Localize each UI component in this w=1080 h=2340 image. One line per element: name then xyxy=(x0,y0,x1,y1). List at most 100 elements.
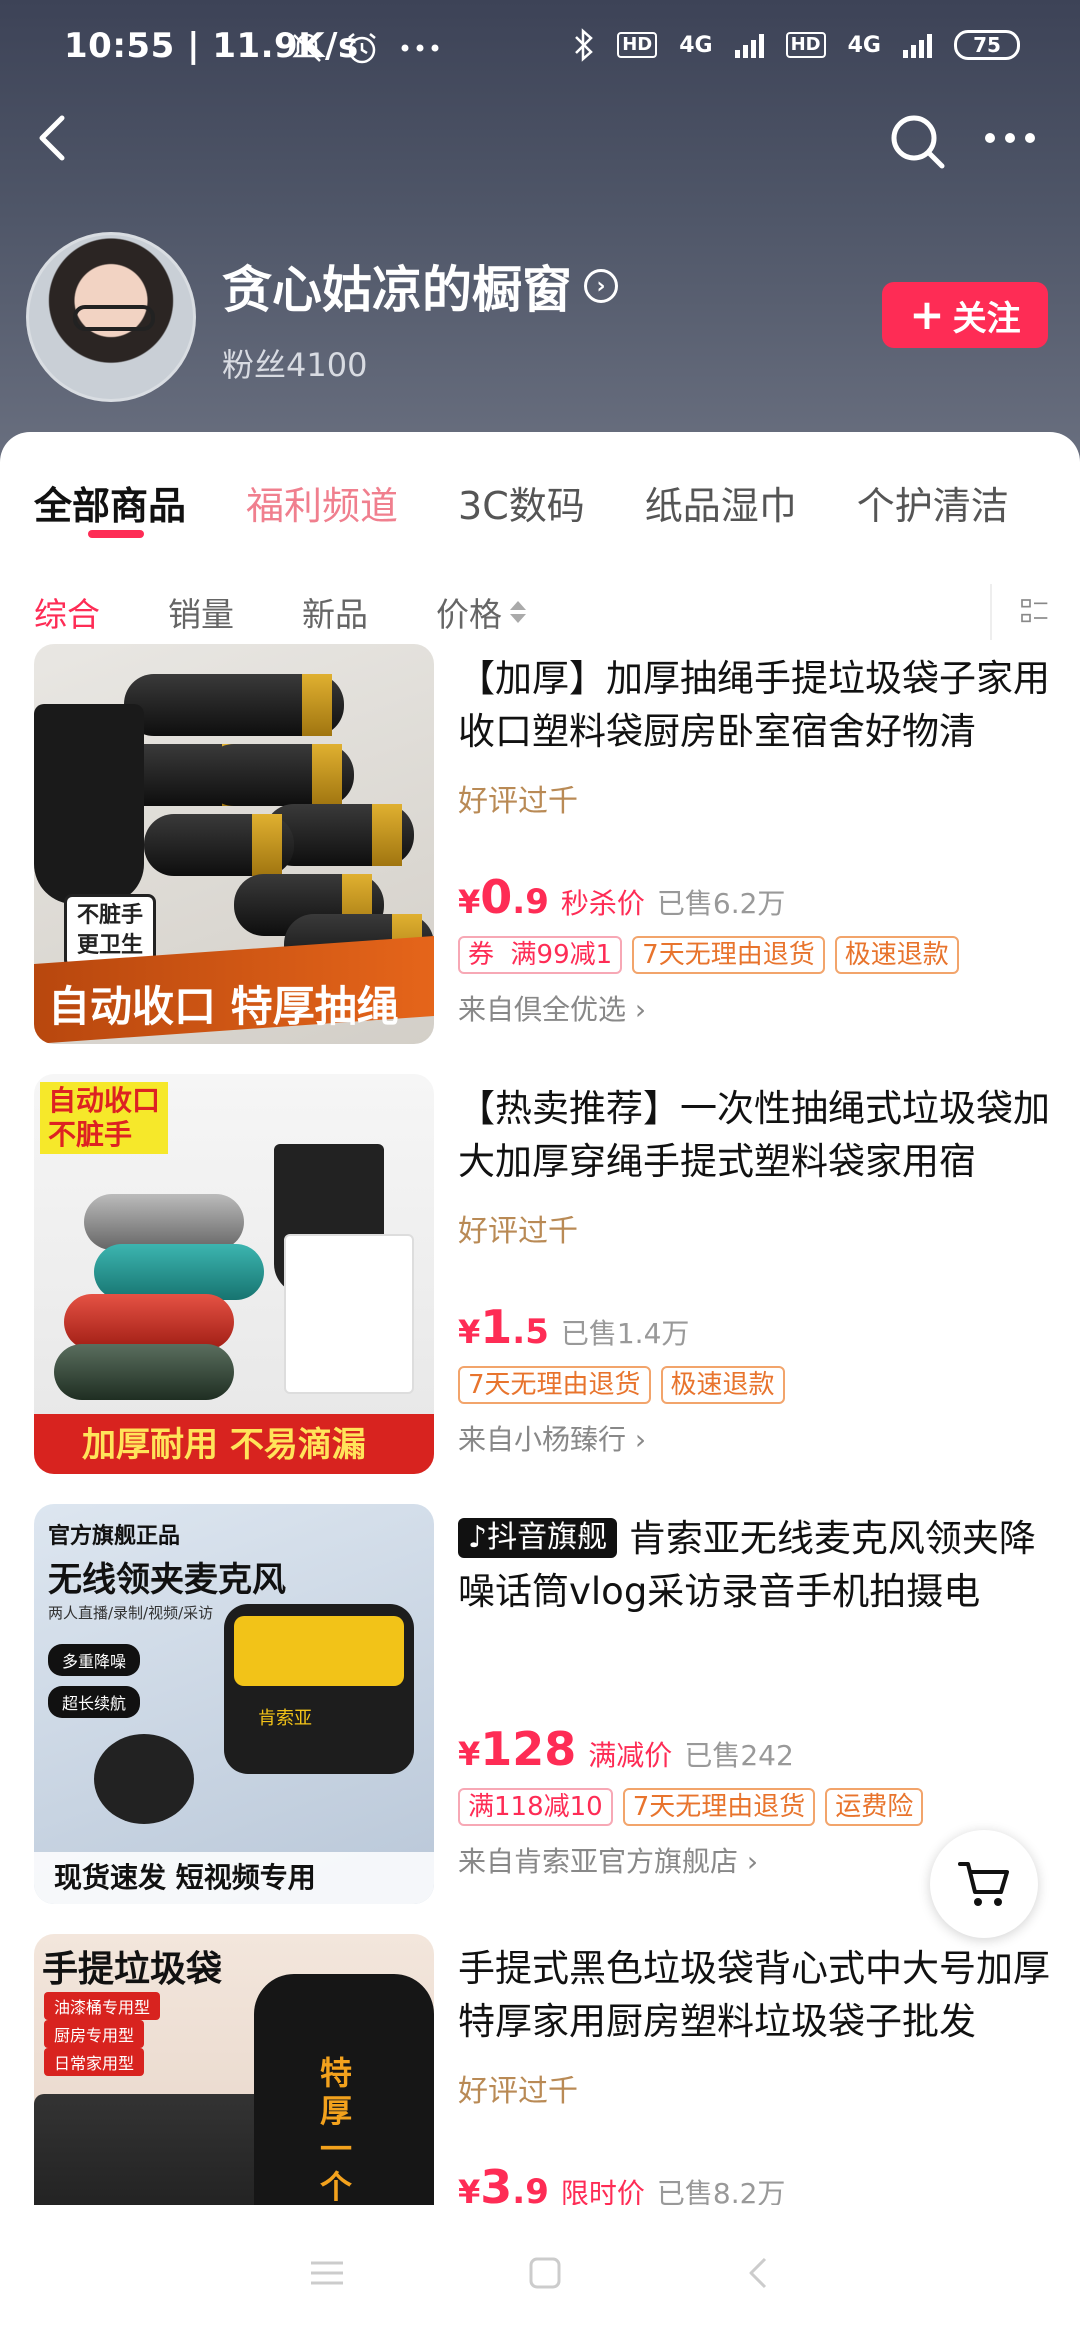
product-info: 【热卖推荐】一次性抽绳式垃圾袋加大加厚穿绳手提式塑料袋家用宿 好评过千 ¥1.5… xyxy=(458,1082,1058,1458)
status-left-icons xyxy=(290,30,440,66)
product-info: 【加厚】加厚抽绳手提垃圾袋子家用收口塑料袋厨房卧室宿舍好物清 好评过千 ¥0.9… xyxy=(458,652,1058,1028)
shop-avatar[interactable] xyxy=(26,232,196,402)
product-title: 【热卖推荐】一次性抽绳式垃圾袋加大加厚穿绳手提式塑料袋家用宿 xyxy=(458,1087,1050,1183)
fans-count: 粉丝4100 xyxy=(222,346,368,384)
sold-count: 已售6.2万 xyxy=(656,887,786,920)
store-link[interactable]: 来自倶全优选 › xyxy=(458,988,1058,1028)
image-line-1: 油漆桶专用型 xyxy=(44,1992,161,2020)
product-image[interactable]: 官方旗舰正品 无线领夹麦克风 两人直播/录制/视频/采访 多重降噪 超长续航 肯… xyxy=(34,1504,434,1904)
image-pill-2: 超长续航 xyxy=(48,1686,141,1718)
image-main-text: 现货速发 短视频专用 xyxy=(54,1861,316,1894)
product-review: 好评过千 xyxy=(458,784,578,819)
tab-personal-care[interactable]: 个护清洁 xyxy=(827,475,1039,530)
plus-icon: + xyxy=(909,290,945,339)
battery-icon: 75 xyxy=(954,30,1020,60)
filter-new[interactable]: 新品 xyxy=(268,588,402,636)
hd-badge: HD xyxy=(617,32,658,58)
tab-paper-wipes[interactable]: 纸品湿巾 xyxy=(615,475,827,530)
product-card[interactable]: 自动收口 不脏手 加厚耐用 不易滴漏 【热卖推荐】一次性抽绳式垃圾袋加大加厚穿绳… xyxy=(0,1074,1080,1504)
network-type-label-2: 4G xyxy=(847,32,881,58)
search-icon[interactable] xyxy=(888,112,948,172)
filter-sales[interactable]: 销量 xyxy=(134,588,268,636)
image-main-text: 手提垃圾袋 xyxy=(42,1949,223,1990)
home-icon[interactable] xyxy=(527,2255,563,2291)
product-title: 【加厚】加厚抽绳手提垃圾袋子家用收口塑料袋厨房卧室宿舍好物清 xyxy=(458,657,1050,753)
product-review: 好评过千 xyxy=(458,1214,578,1249)
tab-welfare[interactable]: 福利频道 xyxy=(216,475,428,530)
signal-icon xyxy=(734,32,764,58)
product-info: 手提式黑色垃圾袋背心式中大号加厚特厚家用厨房塑料垃圾袋子批发 好评过千 ¥3.9… xyxy=(458,1942,1058,2214)
price-row: ¥128 满减价 已售242 xyxy=(458,1722,1058,1776)
price-row: ¥0.9 秒杀价 已售6.2万 xyxy=(458,870,1058,924)
tiktok-note-icon: ♪ xyxy=(468,1520,488,1555)
discount-tag: 满118减10 xyxy=(458,1788,613,1826)
product-tags: 满118减10 7天无理由退货 运费险 xyxy=(458,1788,1058,1826)
coupon-tag: 券 满99减1 xyxy=(458,936,623,974)
price-row: ¥1.5 已售1.4万 xyxy=(458,1300,1058,1354)
image-line-2: 厨房专用型 xyxy=(44,2020,145,2048)
menu-icon[interactable] xyxy=(307,2258,347,2288)
cart-button[interactable] xyxy=(930,1830,1038,1938)
category-tabs: 全部商品 福利频道 3C数码 纸品湿巾 个护清洁 xyxy=(0,462,1080,542)
back-arrow-icon[interactable] xyxy=(30,108,80,168)
product-card[interactable]: 不脏手 更卫生 自动收口 特厚抽绳 【加厚】加厚抽绳手提垃圾袋子家用收口塑料袋厨… xyxy=(0,644,1080,1074)
product-tags: 券 满99减1 7天无理由退货 极速退款 xyxy=(458,936,1058,974)
return-tag: 7天无理由退货 xyxy=(458,1366,651,1404)
return-tag: 7天无理由退货 xyxy=(622,1788,816,1826)
tab-3c-digital[interactable]: 3C数码 xyxy=(428,475,615,530)
chevron-right-icon: › xyxy=(746,1845,759,1878)
flagship-badge: ♪抖音旗舰 xyxy=(458,1518,618,1558)
product-card[interactable]: 官方旗舰正品 无线领夹麦克风 两人直播/录制/视频/采访 多重降噪 超长续航 肯… xyxy=(0,1504,1080,1934)
more-options-icon[interactable] xyxy=(980,118,1040,158)
battery-level: 75 xyxy=(973,33,1001,57)
image-pill-1: 多重降噪 xyxy=(48,1644,141,1676)
image-main-text: 自动收口 特厚抽绳 xyxy=(48,982,399,1031)
chevron-right-circle-icon: › xyxy=(584,269,618,303)
product-image[interactable]: 自动收口 不脏手 加厚耐用 不易滴漏 xyxy=(34,1074,434,1474)
filter-label: 综合 xyxy=(34,595,100,634)
store-name: 来自肯索亚官方旗舰店 xyxy=(458,1845,739,1878)
back-icon[interactable] xyxy=(743,2255,773,2291)
follow-button[interactable]: + 关注 xyxy=(882,282,1048,348)
alarm-icon xyxy=(348,33,376,64)
content-sheet: 全部商品 福利频道 3C数码 纸品湿巾 个护清洁 综合 销量 新品 价格 不脏手… xyxy=(0,432,1080,2340)
image-side-text: 特厚一个 xyxy=(320,2054,353,2206)
chevron-right-icon: › xyxy=(634,993,647,1026)
image-brand-text: 肯索亚 xyxy=(258,1708,312,1729)
price-label: 秒杀价 xyxy=(560,887,645,920)
filter-label: 价格 xyxy=(436,595,502,634)
return-tag: 7天无理由退货 xyxy=(632,936,825,974)
product-price: ¥0.9 xyxy=(458,870,549,924)
sold-count: 已售1.4万 xyxy=(560,1317,690,1350)
store-link[interactable]: 来自小杨臻行 › xyxy=(458,1418,1058,1458)
product-image[interactable]: 不脏手 更卫生 自动收口 特厚抽绳 xyxy=(34,644,434,1044)
shipping-insurance-tag: 运费险 xyxy=(825,1788,924,1826)
chevron-right-icon: › xyxy=(634,1423,647,1456)
product-list: 不脏手 更卫生 自动收口 特厚抽绳 【加厚】加厚抽绳手提垃圾袋子家用收口塑料袋厨… xyxy=(0,644,1080,2340)
filter-label: 新品 xyxy=(302,595,368,634)
tab-all-products[interactable]: 全部商品 xyxy=(0,475,216,530)
list-layout-icon[interactable] xyxy=(990,584,1050,640)
shop-name-text: 贪心姑凉的橱窗 xyxy=(222,261,572,319)
image-line-3: 日常家用型 xyxy=(44,2048,145,2076)
store-name: 来自小杨臻行 xyxy=(458,1423,627,1456)
avatar-glasses xyxy=(73,305,155,331)
store-name: 来自倶全优选 xyxy=(458,993,627,1026)
product-title: 手提式黑色垃圾袋背心式中大号加厚特厚家用厨房塑料垃圾袋子批发 xyxy=(458,1947,1050,2043)
mute-bell-icon xyxy=(292,33,322,62)
follow-label: 关注 xyxy=(952,298,1021,339)
filter-comprehensive[interactable]: 综合 xyxy=(0,588,134,636)
filter-label: 销量 xyxy=(168,595,234,634)
product-tags: 7天无理由退货 极速退款 xyxy=(458,1366,1058,1404)
hd-badge-2: HD xyxy=(785,32,826,58)
filter-price[interactable]: 价格 xyxy=(402,588,560,636)
product-price: ¥128 xyxy=(458,1722,577,1776)
sort-icon xyxy=(510,601,526,623)
shop-header: 10:55 | 11.9K/s HD 4G HD 4G 75 贪心姑凉的橱窗 ›… xyxy=(0,0,1080,470)
refund-tag: 极速退款 xyxy=(660,1366,785,1404)
bluetooth-icon xyxy=(575,28,594,62)
network-type-label: 4G xyxy=(679,32,713,58)
image-top-text: 官方旗舰正品 xyxy=(48,1524,181,1549)
shop-name[interactable]: 贪心姑凉的橱窗 › xyxy=(222,250,618,322)
refund-tag: 极速退款 xyxy=(834,936,959,974)
